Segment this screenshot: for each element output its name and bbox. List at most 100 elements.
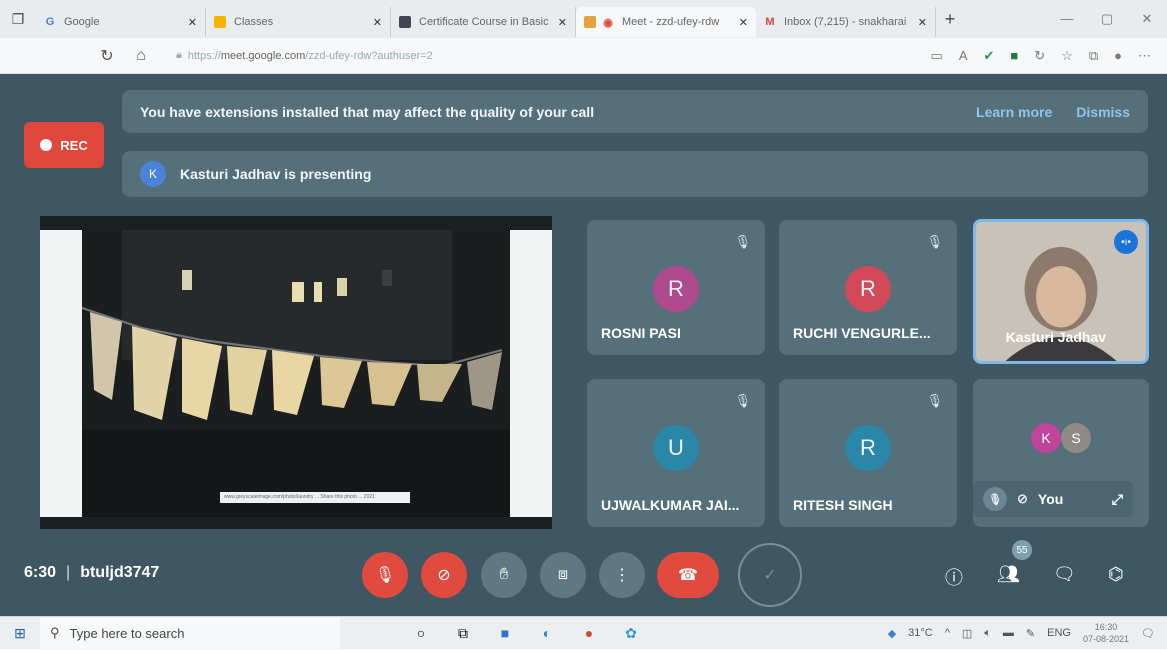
dismiss-button[interactable]: Dismiss [1076,104,1130,120]
store-icon[interactable]: ■ [494,622,516,644]
windows-start-icon[interactable]: ⊞ [0,625,40,642]
tab-google[interactable]: G Google ✕ [36,7,206,37]
taskbar-apps: ○ ⧉ ■ ◐ ● ✿ [410,622,642,644]
weather-app-icon[interactable]: ◆ [888,627,896,640]
presenter-avatar: K [140,161,166,187]
temperature[interactable]: 31°C [908,627,933,639]
powerpoint-icon[interactable]: ● [578,622,600,644]
participant-tile[interactable]: 🎙︎ U UJWALKUMAR JAI... [587,379,765,527]
raise-hand-button[interactable]: ✋︎ [481,552,527,598]
avatar: U [653,425,699,471]
window-controls: — ▢ ✕ [1047,11,1167,27]
image-caption: www.greyscaleimage.com/photo/laundry ...… [220,492,410,503]
presenting-banner: K Kasturi Jadhav is presenting [122,151,1148,197]
participant-name: Kasturi Jadhav [1005,329,1106,345]
present-icon: ⧈ [557,566,569,583]
participant-tile[interactable]: 🎙︎ R ROSNI PASI [587,220,765,355]
mic-toggle-button[interactable]: 🎙︎ [362,552,408,598]
refresh-extension-icon[interactable]: ↻ [1034,48,1045,64]
more-options-button[interactable]: ⋮ [599,552,645,598]
presentation-view[interactable]: www.greyscaleimage.com/photo/laundry ...… [40,216,552,529]
close-icon[interactable]: ✕ [373,16,382,29]
extension-warning-banner: You have extensions installed that may a… [122,90,1148,133]
page-icon [399,16,411,28]
self-tile[interactable]: K S 🎙︎ ⊘ You ⤢ [973,379,1149,527]
meeting-info: 6:30 | btuljd3747 [24,564,160,581]
raise-hand-icon: ✋︎ [499,566,509,583]
lock-icon: 🔒︎ [176,49,182,61]
close-icon[interactable]: ✕ [918,16,927,29]
close-window-icon[interactable]: ✕ [1127,11,1167,27]
browser-window: ❐ G Google ✕ Classes ✕ Certificate Cours… [0,0,1167,650]
camera-off-icon[interactable]: ⊘ [1017,491,1028,507]
address-bar: ↻ ⌂ 🔒︎ https://meet.google.com/zzd-ufey-… [0,38,1167,74]
camera-icon[interactable]: ▭ [931,48,943,64]
mic-off-icon[interactable]: 🎙︎ [983,487,1007,511]
menu-icon[interactable]: ⋯ [1138,48,1151,64]
pen-icon[interactable]: ✎ [1026,627,1035,640]
task-view-icon[interactable]: ⧉ [452,622,474,644]
leave-call-button[interactable]: ☎︎ [657,552,719,598]
self-controls: 🎙︎ ⊘ You ⤢ [973,481,1133,517]
avatar: R [845,266,891,312]
present-button[interactable]: ⧈ [540,552,586,598]
tab-inbox[interactable]: M Inbox (7,215) - snakharai ✕ [756,7,936,37]
language-indicator[interactable]: ENG [1047,627,1071,639]
avatar: R [653,266,699,312]
recording-badge[interactable]: REC [24,122,104,168]
home-icon[interactable]: ⌂ [124,47,158,65]
camera-toggle-button[interactable]: ⊘ [421,552,467,598]
activities-icon[interactable]: ⌬ [1108,564,1124,585]
minimize-icon[interactable]: — [1047,11,1087,27]
camera-off-icon: ⊘ [437,567,451,584]
tab-classes[interactable]: Classes ✕ [206,7,391,37]
address-bar-icons: ▭ A ✔ ■ ↻ ☆ ⧉ ● ⋯ [931,48,1167,64]
learn-more-link[interactable]: Learn more [976,104,1052,120]
participant-tile[interactable]: 🎙︎ R RUCHI VENGURLE... [779,220,957,355]
meeting-details-icon[interactable]: ⓘ [945,564,963,590]
mic-off-icon: 🎙︎ [926,393,943,408]
volume-icon[interactable]: 🔈︎ [984,627,991,640]
tab-meet[interactable]: ◉ Meet - zzd-ufey-rdw ✕ [576,7,756,37]
search-icon: ⚲ [50,625,60,640]
tab-title: Classes [234,16,274,28]
taskbar-search[interactable]: ⚲ Type here to search [40,616,340,650]
clock[interactable]: 16:30 07-08-2021 [1083,621,1129,645]
collections-icon[interactable]: ⧉ [1089,48,1098,64]
checkmark-button[interactable]: ✓ [738,543,802,607]
presentation-image [82,230,510,517]
read-aloud-icon[interactable]: A [959,48,968,63]
participant-tile[interactable]: 🎙︎ R RITESH SINGH [779,379,957,527]
battery-icon[interactable]: ▬ [1003,627,1014,639]
meeting-time: 6:30 [24,564,57,581]
self-label: You [1037,491,1064,507]
mic-off-icon: 🎙︎ [926,234,943,249]
chat-icon[interactable]: 🗨︎ [1053,564,1076,585]
avatar: S [1061,423,1091,453]
close-icon[interactable]: ✕ [739,16,748,29]
sheets-extension-icon[interactable]: ■ [1010,48,1018,63]
check-extension-icon[interactable]: ✔ [984,48,995,64]
new-tab-button[interactable]: + [936,0,964,38]
tab-title: Certificate Course in Basic [419,16,549,28]
people-icon[interactable]: 👥︎ [997,564,1020,585]
url-field[interactable]: 🔒︎ https://meet.google.com/zzd-ufey-rdw?… [176,49,433,62]
tab-actions-icon[interactable]: ❐ [0,0,36,38]
favorites-icon[interactable]: ☆ [1061,48,1073,64]
refresh-icon[interactable]: ↻ [90,46,124,66]
banner-text: You have extensions installed that may a… [140,103,595,120]
meet-area: You have extensions installed that may a… [0,74,1167,616]
maximize-icon[interactable]: ▢ [1087,11,1127,27]
profile-icon[interactable]: ● [1114,48,1122,63]
expand-icon[interactable]: ⤢ [1112,491,1123,508]
network-icon[interactable]: ◫ [962,627,972,640]
edge-icon[interactable]: ◐ [536,622,558,644]
cortana-icon[interactable]: ○ [410,622,432,644]
tab-certificate-course[interactable]: Certificate Course in Basic ✕ [391,7,576,37]
app-icon[interactable]: ✿ [620,622,642,644]
chevron-up-icon[interactable]: ^ [945,627,950,639]
close-icon[interactable]: ✕ [558,16,567,29]
notifications-icon[interactable]: 🗨︎ [1141,627,1155,640]
speaker-tile[interactable]: •ı• Kasturi Jadhav [973,219,1149,364]
close-icon[interactable]: ✕ [188,16,197,29]
